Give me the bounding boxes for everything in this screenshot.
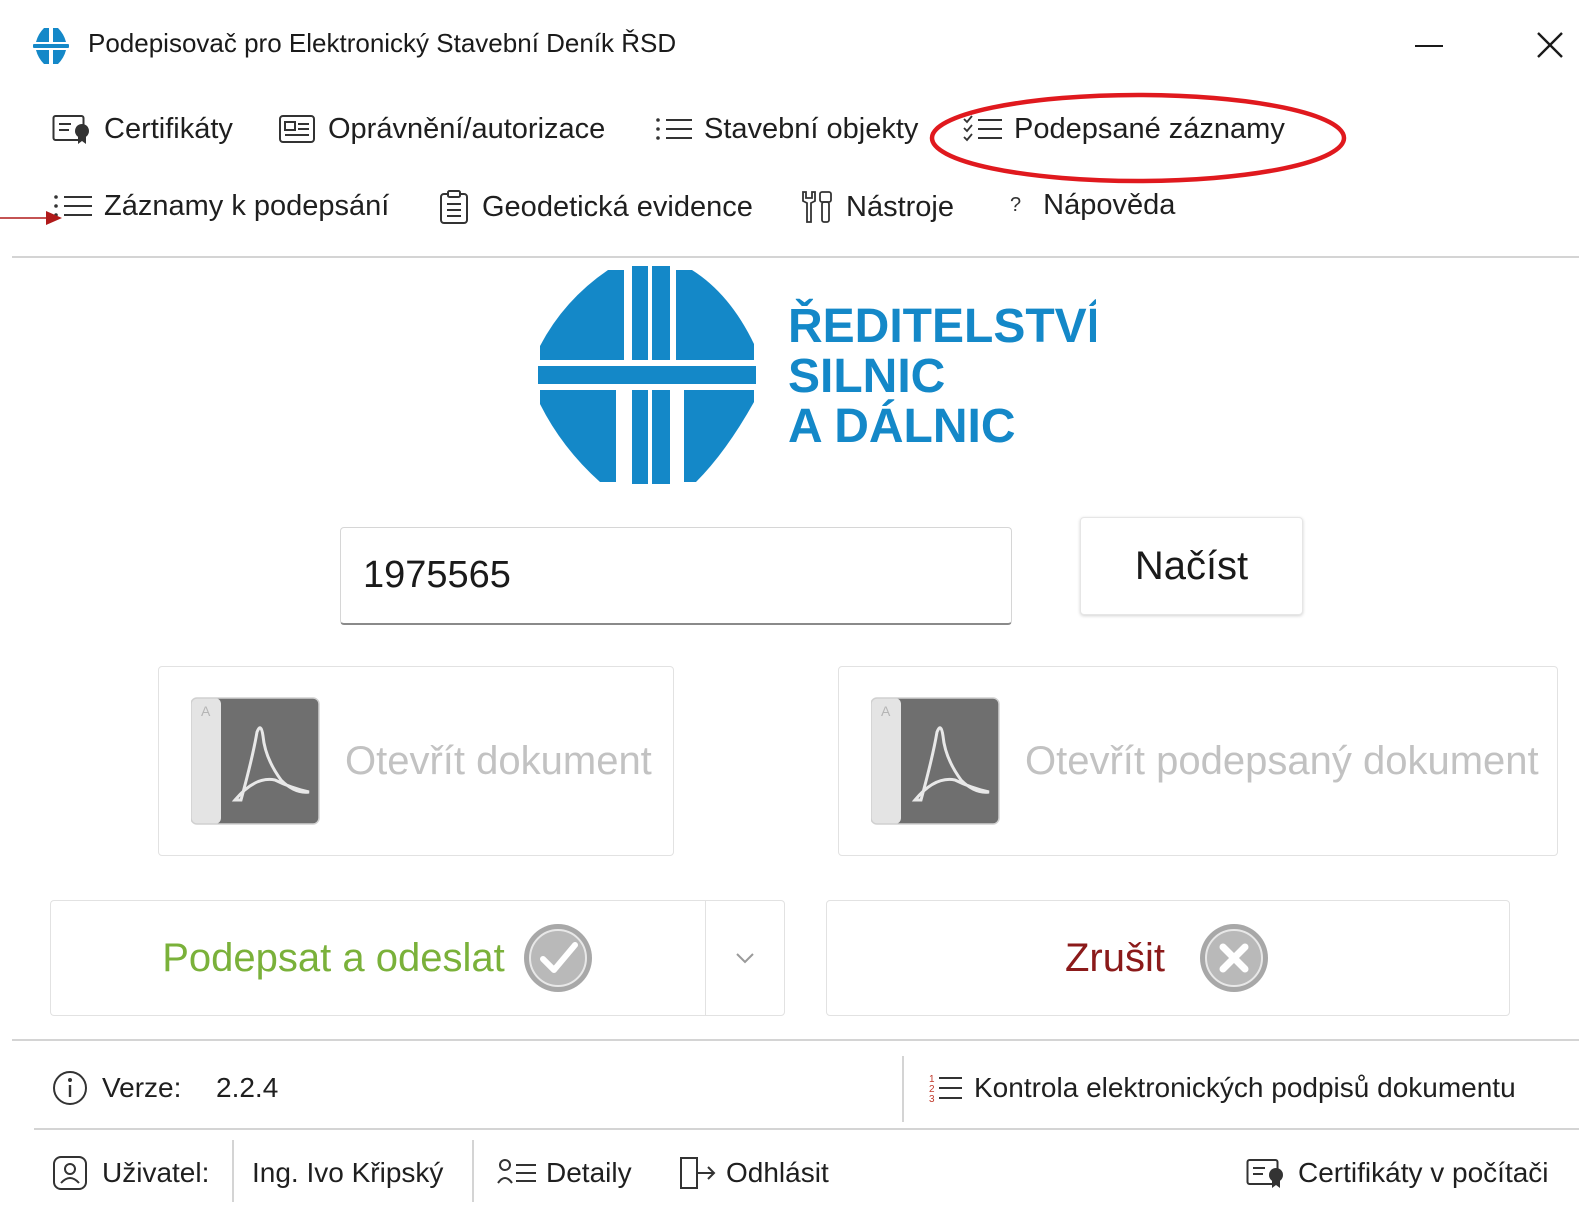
user-label: Uživatel: <box>102 1157 210 1188</box>
logo-line2: SILNIC <box>788 350 945 403</box>
pdf-icon: A <box>191 697 320 825</box>
list-icon <box>656 118 692 140</box>
logout-link[interactable]: Odhlásit <box>678 1155 829 1191</box>
app-icon <box>30 26 72 66</box>
cancel-button[interactable]: Zrušit <box>826 900 1510 1016</box>
cancel-x-icon <box>1200 924 1268 992</box>
annotation-arrow <box>0 208 66 235</box>
window-title: Podepisovač pro Elektronický Stavební De… <box>88 28 677 58</box>
open-signed-document-label: Otevřít podepsaný dokument <box>1025 738 1539 783</box>
logo-line1: ŘEDITELSTVÍ <box>788 298 1096 353</box>
menu-building-objects-label: Stavební objekty <box>704 112 919 145</box>
minimize-button[interactable] <box>1405 20 1455 70</box>
sign-options-dropdown[interactable] <box>705 900 785 1016</box>
menu-certificates[interactable]: Certifikáty <box>52 112 233 146</box>
chevron-down-icon <box>736 953 754 964</box>
logout-label: Odhlásit <box>726 1157 829 1188</box>
highlight-ellipse <box>928 90 1353 195</box>
menu-records-to-sign[interactable]: Záznamy k podepsání <box>52 189 389 223</box>
logo-line3: A DÁLNIC <box>788 399 1016 453</box>
rsd-logo-emblem <box>538 266 756 484</box>
user-name: Ing. Ivo Křipský <box>252 1157 444 1188</box>
user-separator <box>232 1140 234 1202</box>
signature-check-link[interactable]: 1 2 3 Kontrola elektronických podpisů do… <box>928 1070 1516 1106</box>
close-icon <box>1537 32 1563 58</box>
info-icon <box>52 1070 88 1111</box>
cancel-label: Zrušit <box>1065 935 1165 980</box>
logout-icon <box>680 1157 716 1189</box>
clipboard-icon <box>440 190 468 224</box>
computer-certificates-label: Certifikáty v počítači <box>1298 1157 1549 1188</box>
menu-records-to-sign-label: Záznamy k podepsání <box>104 189 390 222</box>
svg-text:3: 3 <box>929 1094 935 1105</box>
status-divider <box>12 1039 1579 1041</box>
pdf-icon: A <box>871 697 1000 825</box>
computer-certificates-link[interactable]: Certifikáty v počítači <box>1246 1155 1549 1191</box>
signature-check-label: Kontrola elektronických podpisů dokument… <box>974 1072 1516 1103</box>
load-button[interactable]: Načíst <box>1080 517 1303 615</box>
details-label: Detaily <box>546 1157 632 1188</box>
record-id-input[interactable] <box>340 527 1012 625</box>
menu-certificates-label: Certifikáty <box>104 112 233 145</box>
menu-permissions[interactable]: Oprávnění/autorizace <box>278 112 605 146</box>
load-button-label: Načíst <box>1134 543 1249 588</box>
close-button[interactable] <box>1525 20 1575 70</box>
menu-tools[interactable]: Nástroje <box>798 189 954 225</box>
user-list-icon <box>497 1159 536 1184</box>
sign-and-send-button[interactable]: Podepsat a odeslat <box>50 900 706 1016</box>
menu-help[interactable]: ? Nápověda <box>1010 189 1175 222</box>
sign-and-send-label: Podepsat a odeslat <box>162 935 505 980</box>
user-name-separator <box>472 1140 474 1202</box>
svg-text:A: A <box>201 703 211 719</box>
help-icon: ? <box>1010 194 1022 216</box>
menu-tools-label: Nástroje <box>846 190 954 223</box>
open-document-label: Otevřít dokument <box>345 738 652 783</box>
status-row-divider <box>34 1128 1579 1130</box>
open-document-button[interactable]: A Otevřít dokument <box>158 666 674 856</box>
certificate-icon <box>52 115 89 144</box>
menu-building-objects[interactable]: Stavební objekty <box>654 112 918 146</box>
tools-icon <box>802 191 832 223</box>
menu-permissions-label: Oprávnění/autorizace <box>328 112 606 145</box>
certificate-icon <box>1246 1159 1283 1188</box>
id-card-icon <box>279 115 315 143</box>
menu-geodetic-evidence[interactable]: Geodetická evidence <box>438 189 753 225</box>
version-value: 2.2.4 <box>216 1072 279 1103</box>
menu-help-label: Nápověda <box>1043 189 1176 221</box>
details-link[interactable]: Detaily <box>496 1155 632 1191</box>
open-signed-document-button[interactable]: A Otevřít podepsaný dokument <box>838 666 1558 856</box>
status-separator <box>902 1056 904 1122</box>
menu-divider <box>12 256 1579 258</box>
rsd-logo: ŘEDITELSTVÍ SILNIC A DÁLNIC <box>536 264 1102 493</box>
checkmark-icon <box>523 924 592 992</box>
user-icon <box>52 1155 88 1196</box>
menu-geodetic-evidence-label: Geodetická evidence <box>482 190 753 223</box>
svg-text:A: A <box>881 703 891 719</box>
numbered-list-icon: 1 2 3 <box>929 1074 962 1105</box>
version-label: Verze: <box>102 1072 182 1103</box>
